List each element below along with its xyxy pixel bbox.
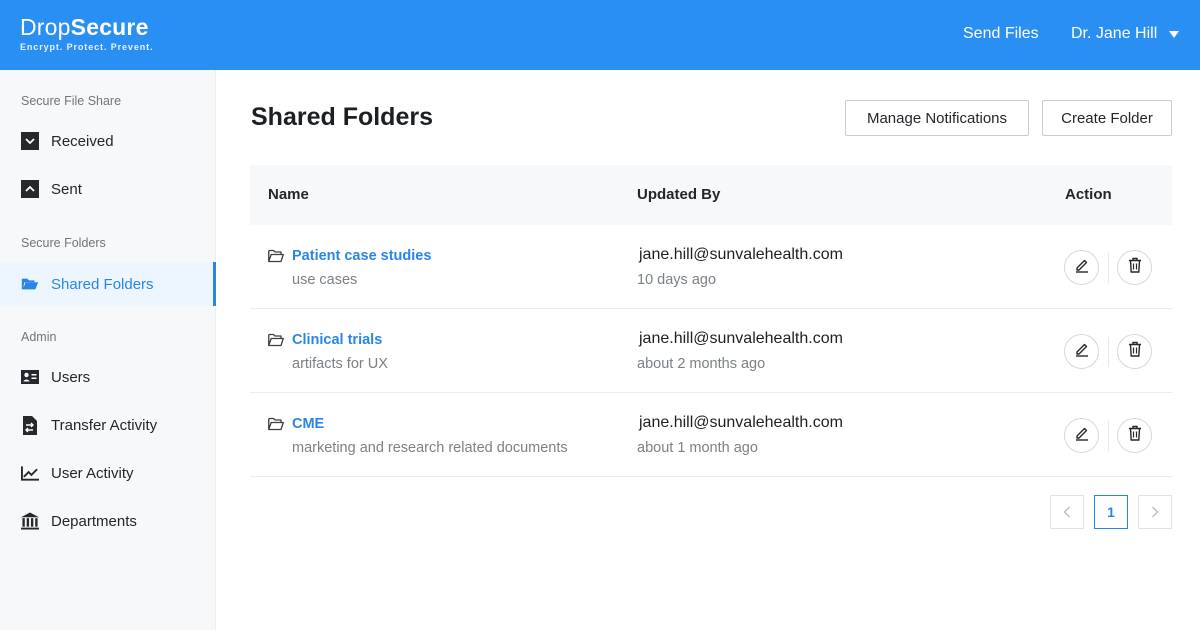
file-transfer-icon [21,415,39,435]
chevron-left-icon [1063,506,1071,518]
sidebar: Secure File Share Received Sent Secure F… [0,70,216,630]
pencil-icon [1074,425,1090,446]
sidebar-item-users[interactable]: Users [0,355,216,399]
user-name: Dr. Jane Hill [1071,25,1158,42]
column-header-name: Name [268,186,309,203]
folder-name-link[interactable]: Clinical trials [292,332,382,348]
sidebar-item-sent[interactable]: Sent [0,167,216,211]
action-divider [1108,421,1109,451]
manage-notifications-button[interactable]: Manage Notifications [845,100,1029,136]
top-navbar: DropSecure Encrypt. Protect. Prevent. Se… [0,0,1200,70]
table-row: Patient case studies use cases jane.hill… [250,225,1172,309]
pencil-icon [1074,341,1090,362]
folder-description: artifacts for UX [292,356,388,372]
pagination-next-button[interactable] [1138,495,1172,529]
folder-description: marketing and research related documents [292,440,568,456]
column-header-action: Action [1065,186,1112,203]
folder-description: use cases [292,272,358,288]
action-divider [1108,253,1109,283]
sidebar-item-label: User Activity [51,464,134,482]
caret-down-icon [1169,31,1180,38]
table-header: Name Updated By Action [250,165,1172,225]
updated-by-email: jane.hill@sunvalehealth.com [639,414,843,431]
brand-logo[interactable]: DropSecure Encrypt. Protect. Prevent. [20,14,153,52]
chevron-right-icon [1151,506,1159,518]
id-card-icon [21,368,39,386]
delete-button[interactable] [1117,418,1152,453]
trash-icon [1128,425,1142,446]
sidebar-item-departments[interactable]: Departments [0,499,216,543]
chevron-up-square-icon [21,180,39,198]
sidebar-item-label: Users [51,368,91,386]
sidebar-item-label: Sent [51,180,82,198]
sidebar-item-label: Transfer Activity [51,416,158,434]
bank-icon [21,512,39,530]
sidebar-item-label: Shared Folders [51,275,154,293]
create-folder-button[interactable]: Create Folder [1042,100,1172,136]
pencil-icon [1074,257,1090,278]
line-chart-icon [21,464,39,482]
send-files-link[interactable]: Send Files [963,25,1039,43]
folder-name-link[interactable]: CME [292,416,324,432]
delete-button[interactable] [1117,250,1152,285]
sidebar-item-shared-folders[interactable]: Shared Folders [0,262,216,306]
sidebar-item-label: Received [51,132,114,150]
column-header-updated-by: Updated By [637,186,721,203]
edit-button[interactable] [1064,250,1099,285]
brand-name: DropSecure [20,14,153,40]
brand-name-light: Drop [20,14,71,40]
sidebar-item-received[interactable]: Received [0,119,216,163]
folders-table: Name Updated By Action Patient case stud… [250,165,1172,477]
delete-button[interactable] [1117,334,1152,369]
updated-time: 10 days ago [637,272,717,288]
page-title: Shared Folders [251,103,433,131]
pagination-prev-button[interactable] [1050,495,1084,529]
sidebar-section-secure-file-share: Secure File Share [21,94,122,108]
user-menu[interactable]: Dr. Jane Hill [1071,25,1180,43]
folder-icon [268,417,284,431]
sidebar-item-transfer-activity[interactable]: Transfer Activity [0,403,216,447]
brand-name-bold: Secure [70,14,149,40]
folder-icon [268,333,284,347]
chevron-down-square-icon [21,132,39,150]
sidebar-section-admin: Admin [21,330,57,344]
pagination-page-button[interactable]: 1 [1094,495,1128,529]
updated-by-email: jane.hill@sunvalehealth.com [639,246,843,263]
table-row: CME marketing and research related docum… [250,393,1172,477]
sidebar-item-user-activity[interactable]: User Activity [0,451,216,495]
trash-icon [1128,341,1142,362]
updated-by-email: jane.hill@sunvalehealth.com [639,330,843,347]
folder-name-link[interactable]: Patient case studies [292,248,431,264]
sidebar-section-secure-folders: Secure Folders [21,236,106,250]
folder-icon [268,249,284,263]
edit-button[interactable] [1064,334,1099,369]
folder-open-icon [21,275,39,293]
brand-tagline: Encrypt. Protect. Prevent. [20,42,154,52]
updated-time: about 1 month ago [637,440,758,456]
action-divider [1108,337,1109,367]
table-row: Clinical trials artifacts for UX jane.hi… [250,309,1172,393]
trash-icon [1128,257,1142,278]
sidebar-item-label: Departments [51,512,137,530]
edit-button[interactable] [1064,418,1099,453]
updated-time: about 2 months ago [637,356,766,372]
